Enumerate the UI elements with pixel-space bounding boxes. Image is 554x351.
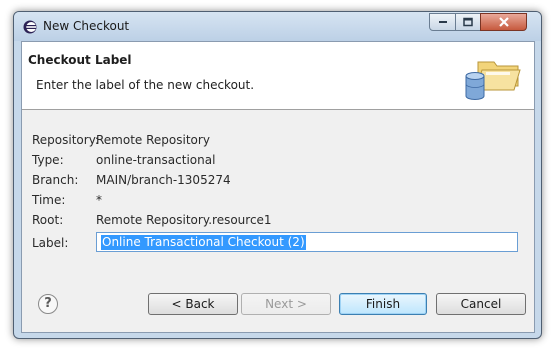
title-bar[interactable]: New Checkout — [14, 12, 541, 41]
time-value: * — [96, 193, 102, 207]
dialog-content: Checkout Label Enter the label of the ne… — [21, 41, 535, 333]
close-icon — [498, 17, 509, 27]
branch-label: Branch: — [32, 173, 79, 187]
next-button[interactable]: Next > — [241, 293, 331, 315]
time-label: Time: — [32, 193, 66, 207]
page-description: Enter the label of the new checkout. — [36, 78, 255, 92]
minimize-icon — [438, 21, 447, 23]
root-value: Remote Repository.resource1 — [96, 213, 272, 227]
folder-database-icon — [460, 56, 522, 105]
maximize-icon — [463, 17, 473, 27]
close-button[interactable] — [480, 13, 527, 31]
label-field-label: Label: — [32, 236, 69, 250]
label-input[interactable]: Online Transactional Checkout (2) — [96, 232, 518, 252]
finish-button[interactable]: Finish — [339, 293, 427, 315]
repository-label: Repository: — [32, 133, 99, 147]
root-label: Root: — [32, 213, 64, 227]
minimize-button[interactable] — [429, 13, 456, 31]
header-banner: Checkout Label Enter the label of the ne… — [22, 42, 534, 110]
type-label: Type: — [32, 153, 64, 167]
back-button[interactable]: < Back — [148, 293, 238, 315]
dialog-window: New Checkout Checkout Label Enter the la… — [13, 11, 542, 339]
maximize-button[interactable] — [455, 13, 481, 31]
window-title: New Checkout — [43, 19, 130, 33]
type-value: online-transactional — [96, 153, 216, 167]
repository-value: Remote Repository — [96, 133, 210, 147]
label-input-value: Online Transactional Checkout (2) — [101, 235, 306, 250]
eclipse-icon — [23, 20, 37, 34]
branch-value: MAIN/branch-1305274 — [96, 173, 231, 187]
page-title: Checkout Label — [28, 53, 132, 67]
help-icon[interactable]: ? — [38, 294, 58, 314]
cancel-button[interactable]: Cancel — [436, 293, 526, 315]
